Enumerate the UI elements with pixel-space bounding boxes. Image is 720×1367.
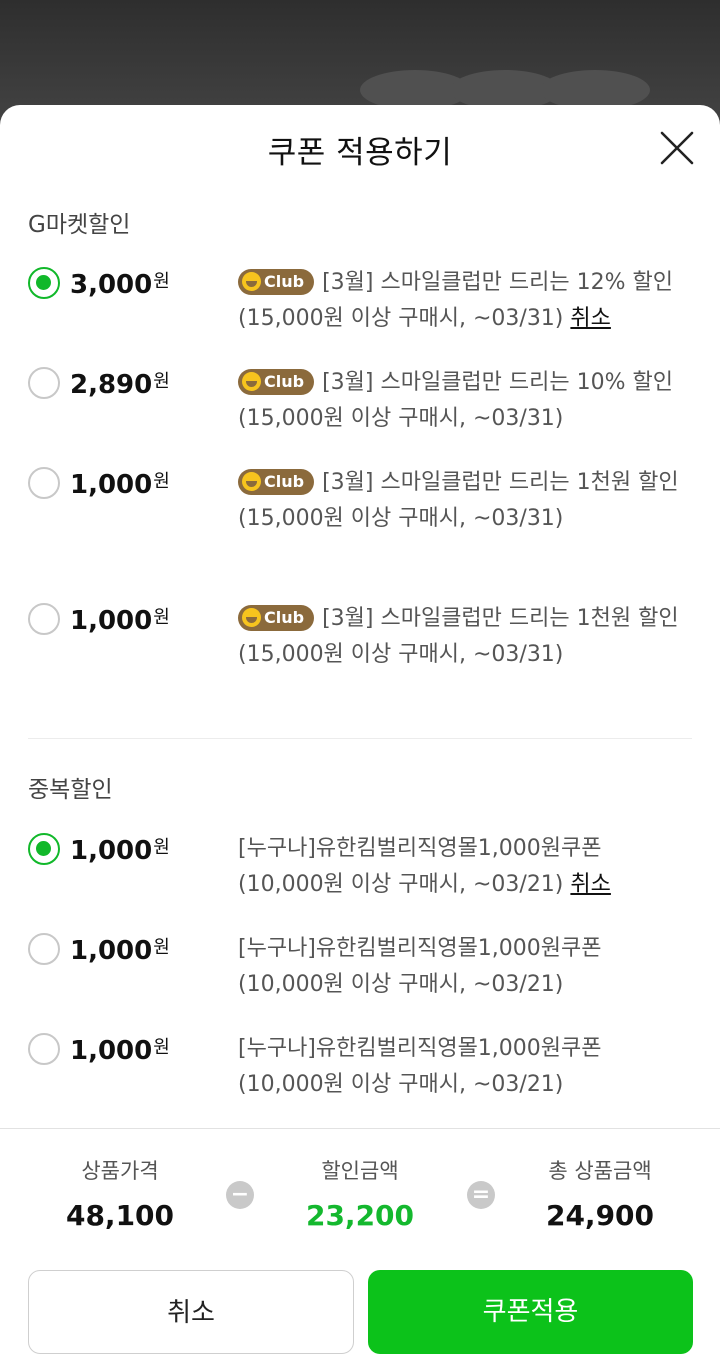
smile-club-icon [242, 272, 261, 291]
coupon-amount: 1,000원 [70, 1036, 170, 1066]
equals-icon: = [467, 1181, 495, 1209]
radio-button-selected[interactable] [28, 267, 60, 299]
coupon-description: Club [3월] 스마일클럽만 드리는 12% 할인 (15,000원 이상 구… [238, 265, 688, 337]
club-badge: Club [238, 469, 315, 495]
club-badge: Club [238, 605, 315, 631]
apply-coupon-button[interactable]: 쿠폰적용 [368, 1270, 693, 1354]
coupon-description: Club [3월] 스마일클럽만 드리는 10% 할인 (15,000원 이상 구… [238, 365, 688, 437]
total-price-label: 총 상품금액 [548, 1159, 652, 1183]
club-badge: Club [238, 269, 315, 295]
product-image-fragment [540, 70, 650, 110]
modal-title: 쿠폰 적용하기 [267, 135, 453, 171]
club-badge: Club [238, 369, 315, 395]
radio-button-selected[interactable] [28, 833, 60, 865]
total-price-block: 총 상품금액 24,900 [500, 1155, 700, 1232]
section-title-duplicate-discount: 중복할인 [28, 777, 113, 803]
coupon-description: [누구나]유한킴벌리직영몰1,000원쿠폰 (10,000원 이상 구매시, ~… [238, 931, 688, 1003]
coupon-name: [누구나]유한킴벌리직영몰1,000원쿠폰 [238, 836, 602, 861]
discount-amount-block: 할인금액 23,200 [260, 1155, 460, 1232]
minus-icon: − [226, 1181, 254, 1209]
coupon-amount: 2,890원 [70, 370, 170, 400]
coupon-description: Club [3월] 스마일클럽만 드리는 1천원 할인 (15,000원 이상 구… [238, 465, 688, 537]
discount-amount-value: 23,200 [305, 1199, 415, 1232]
coupon-cancel-link[interactable]: 취소 [570, 306, 610, 331]
radio-button[interactable] [28, 933, 60, 965]
coupon-name: [3월] 스마일클럽만 드리는 10% 할인 [322, 370, 673, 395]
coupon-description: Club [3월] 스마일클럽만 드리는 1천원 할인 (15,000원 이상 구… [238, 601, 688, 673]
cancel-button[interactable]: 취소 [28, 1270, 354, 1354]
coupon-name: [누구나]유한킴벌리직영몰1,000원쿠폰 [238, 936, 602, 961]
section-divider [28, 738, 692, 739]
coupon-name: [3월] 스마일클럽만 드리는 1천원 할인 [322, 470, 679, 495]
coupon-condition: (15,000원 이상 구매시, ~03/31) [238, 642, 564, 667]
coupon-condition: (15,000원 이상 구매시, ~03/31) [238, 506, 564, 531]
coupon-condition: (10,000원 이상 구매시, ~03/21) [238, 872, 564, 897]
coupon-amount: 3,000원 [70, 270, 170, 300]
coupon-condition: (10,000원 이상 구매시, ~03/21) [238, 972, 564, 997]
coupon-cancel-link[interactable]: 취소 [570, 872, 610, 897]
coupon-condition: (10,000원 이상 구매시, ~03/21) [238, 1072, 564, 1097]
coupon-modal: 쿠폰 적용하기 G마켓할인 3,000원 Club [3월] 스마일클럽만 드리는… [0, 105, 720, 1367]
close-icon[interactable] [660, 131, 694, 165]
coupon-name: [누구나]유한킴벌리직영몰1,000원쿠폰 [238, 1036, 602, 1061]
product-price-block: 상품가격 48,100 [20, 1155, 220, 1232]
coupon-amount: 1,000원 [70, 470, 170, 500]
coupon-condition: (15,000원 이상 구매시, ~03/31) [238, 306, 564, 331]
coupon-description: [누구나]유한킴벌리직영몰1,000원쿠폰 (10,000원 이상 구매시, ~… [238, 1031, 688, 1103]
discount-amount-label: 할인금액 [321, 1159, 399, 1183]
radio-button[interactable] [28, 1033, 60, 1065]
coupon-name: [3월] 스마일클럽만 드리는 12% 할인 [322, 270, 673, 295]
total-price-value: 24,900 [545, 1199, 655, 1232]
smile-club-icon [242, 608, 261, 627]
radio-button[interactable] [28, 603, 60, 635]
smile-club-icon [242, 372, 261, 391]
radio-button[interactable] [28, 367, 60, 399]
coupon-amount: 1,000원 [70, 936, 170, 966]
price-summary: 상품가격 48,100 − 할인금액 23,200 = 총 상품금액 24,90… [0, 1128, 720, 1367]
coupon-amount: 1,000원 [70, 606, 170, 636]
product-price-value: 48,100 [65, 1199, 175, 1232]
radio-button[interactable] [28, 467, 60, 499]
section-title-gmarket-discount: G마켓할인 [28, 212, 131, 238]
smile-club-icon [242, 472, 261, 491]
coupon-description: [누구나]유한킴벌리직영몰1,000원쿠폰 (10,000원 이상 구매시, ~… [238, 831, 688, 903]
coupon-name: [3월] 스마일클럽만 드리는 1천원 할인 [322, 606, 679, 631]
coupon-amount: 1,000원 [70, 836, 170, 866]
coupon-condition: (15,000원 이상 구매시, ~03/31) [238, 406, 564, 431]
product-price-label: 상품가격 [81, 1159, 159, 1183]
